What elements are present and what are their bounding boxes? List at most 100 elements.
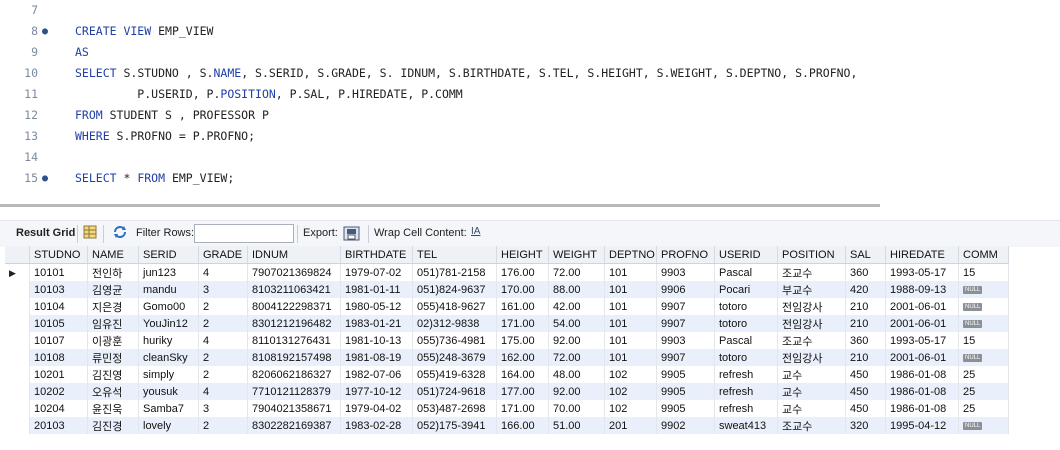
cell-weight[interactable]: 72.00 [548, 263, 605, 281]
cell-idnum[interactable]: 8110131276431 [247, 332, 341, 349]
cell-comm[interactable]: NULL [958, 298, 1009, 315]
cell-comm[interactable]: 25 [958, 400, 1009, 417]
cell-deptno[interactable]: 102 [604, 400, 657, 417]
cell-position[interactable]: 조교수 [777, 417, 846, 434]
export-icon[interactable] [343, 225, 361, 244]
cell-tel[interactable]: 055)419-6328 [412, 366, 497, 383]
row-selector[interactable] [5, 281, 30, 298]
cell-weight[interactable]: 92.00 [548, 383, 605, 400]
cell-height[interactable]: 171.00 [496, 400, 549, 417]
cell-name[interactable]: 류민정 [87, 349, 139, 366]
column-header-serid[interactable]: SERID [138, 246, 199, 264]
cell-hiredate[interactable]: 2001-06-01 [885, 315, 959, 332]
row-selector[interactable] [5, 332, 30, 349]
cell-deptno[interactable]: 101 [604, 332, 657, 349]
column-header-userid[interactable]: USERID [714, 246, 778, 264]
cell-userid[interactable]: sweat413 [714, 417, 778, 434]
cell-birthdate[interactable]: 1983-01-21 [340, 315, 413, 332]
cell-comm[interactable]: 15 [958, 332, 1009, 349]
cell-studno[interactable]: 10105 [29, 315, 88, 332]
row-selector[interactable] [5, 315, 30, 332]
code-line[interactable]: 13 WHERE S.PROFNO = P.PROFNO; [0, 126, 1060, 147]
cell-idnum[interactable]: 8108192157498 [247, 349, 341, 366]
cell-idnum[interactable]: 7907021369824 [247, 263, 341, 281]
wrap-cell-icon[interactable]: IA [471, 226, 480, 237]
cell-weight[interactable]: 72.00 [548, 349, 605, 366]
cell-studno[interactable]: 10104 [29, 298, 88, 315]
cell-tel[interactable]: 051)824-9637 [412, 281, 497, 298]
cell-sal[interactable]: 450 [845, 366, 886, 383]
cell-weight[interactable]: 70.00 [548, 400, 605, 417]
cell-serid[interactable]: simply [138, 366, 199, 383]
cell-profno[interactable]: 9905 [656, 383, 715, 400]
cell-studno[interactable]: 10202 [29, 383, 88, 400]
cell-tel[interactable]: 02)312-9838 [412, 315, 497, 332]
cell-hiredate[interactable]: 1988-09-13 [885, 281, 959, 298]
cell-tel[interactable]: 052)175-3941 [412, 417, 497, 434]
column-header-comm[interactable]: COMM [958, 246, 1009, 264]
cell-serid[interactable]: cleanSky [138, 349, 199, 366]
cell-position[interactable]: 조교수 [777, 263, 846, 281]
cell-userid[interactable]: totoro [714, 315, 778, 332]
column-header-birthdate[interactable]: BIRTHDATE [340, 246, 413, 264]
cell-userid[interactable]: refresh [714, 383, 778, 400]
cell-birthdate[interactable]: 1981-10-13 [340, 332, 413, 349]
cell-profno[interactable]: 9907 [656, 298, 715, 315]
cell-idnum[interactable]: 8206062186327 [247, 366, 341, 383]
cell-grade[interactable]: 4 [198, 332, 248, 349]
cell-profno[interactable]: 9902 [656, 417, 715, 434]
cell-studno[interactable]: 10101 [29, 263, 88, 281]
table-row[interactable]: 10103 김영균 mandu 3 8103211063421 1981-01-11 051… [5, 281, 1009, 298]
cell-weight[interactable]: 54.00 [548, 315, 605, 332]
cell-profno[interactable]: 9906 [656, 281, 715, 298]
refresh-icon[interactable] [112, 225, 128, 242]
cell-birthdate[interactable]: 1981-08-19 [340, 349, 413, 366]
column-header-position[interactable]: POSITION [777, 246, 846, 264]
table-row[interactable]: 10201 김진영 simply 2 8206062186327 1982-07-06 05… [5, 366, 1009, 383]
table-row[interactable]: 20103 김진경 lovely 2 8302282169387 1983-02-28 05… [5, 417, 1009, 434]
cell-tel[interactable]: 055)418-9627 [412, 298, 497, 315]
cell-profno[interactable]: 9907 [656, 349, 715, 366]
cell-userid[interactable]: refresh [714, 400, 778, 417]
cell-birthdate[interactable]: 1979-04-02 [340, 400, 413, 417]
cell-height[interactable]: 177.00 [496, 383, 549, 400]
cell-sal[interactable]: 360 [845, 332, 886, 349]
cell-birthdate[interactable]: 1982-07-06 [340, 366, 413, 383]
cell-tel[interactable]: 051)724-9618 [412, 383, 497, 400]
cell-position[interactable]: 교수 [777, 366, 846, 383]
filter-rows-input[interactable] [194, 224, 294, 243]
code-line[interactable]: 7 [0, 0, 1060, 21]
cell-hiredate[interactable]: 2001-06-01 [885, 349, 959, 366]
cell-deptno[interactable]: 201 [604, 417, 657, 434]
cell-name[interactable]: 김진경 [87, 417, 139, 434]
cell-birthdate[interactable]: 1981-01-11 [340, 281, 413, 298]
grid-icon[interactable] [83, 225, 97, 242]
table-row[interactable]: 10104 지은경 Gomo00 2 8004122298371 1980-05-12 05… [5, 298, 1009, 315]
cell-hiredate[interactable]: 1993-05-17 [885, 332, 959, 349]
column-header-hiredate[interactable]: HIREDATE [885, 246, 959, 264]
cell-serid[interactable]: YouJin12 [138, 315, 199, 332]
cell-sal[interactable]: 210 [845, 349, 886, 366]
column-header-idnum[interactable]: IDNUM [247, 246, 341, 264]
cell-grade[interactable]: 3 [198, 281, 248, 298]
result-grid[interactable]: STUDNO NAME SERID GRADE IDNUM BIRTHDATE TEL HEI… [5, 246, 1060, 446]
cell-studno[interactable]: 10107 [29, 332, 88, 349]
table-row[interactable]: 10105 임유진 YouJin12 2 8301212196482 1983-01-21… [5, 315, 1009, 332]
column-header-grade[interactable]: GRADE [198, 246, 248, 264]
cell-position[interactable]: 전임강사 [777, 349, 846, 366]
cell-position[interactable]: 부교수 [777, 281, 846, 298]
column-header-sal[interactable]: SAL [845, 246, 886, 264]
cell-position[interactable]: 교수 [777, 383, 846, 400]
cell-height[interactable]: 166.00 [496, 417, 549, 434]
cell-studno[interactable]: 10108 [29, 349, 88, 366]
column-header-profno[interactable]: PROFNO [656, 246, 715, 264]
cell-userid[interactable]: totoro [714, 298, 778, 315]
editor-scrollbar[interactable] [0, 204, 880, 207]
column-header-height[interactable]: HEIGHT [496, 246, 549, 264]
cell-idnum[interactable]: 7710121128379 [247, 383, 341, 400]
row-selector[interactable] [5, 400, 30, 417]
cell-weight[interactable]: 51.00 [548, 417, 605, 434]
table-row[interactable]: ▶ 10101 전인하 jun123 4 7907021369824 1979-07-02 0… [5, 263, 1009, 281]
code-line[interactable]: 9 AS [0, 42, 1060, 63]
cell-grade[interactable]: 2 [198, 315, 248, 332]
